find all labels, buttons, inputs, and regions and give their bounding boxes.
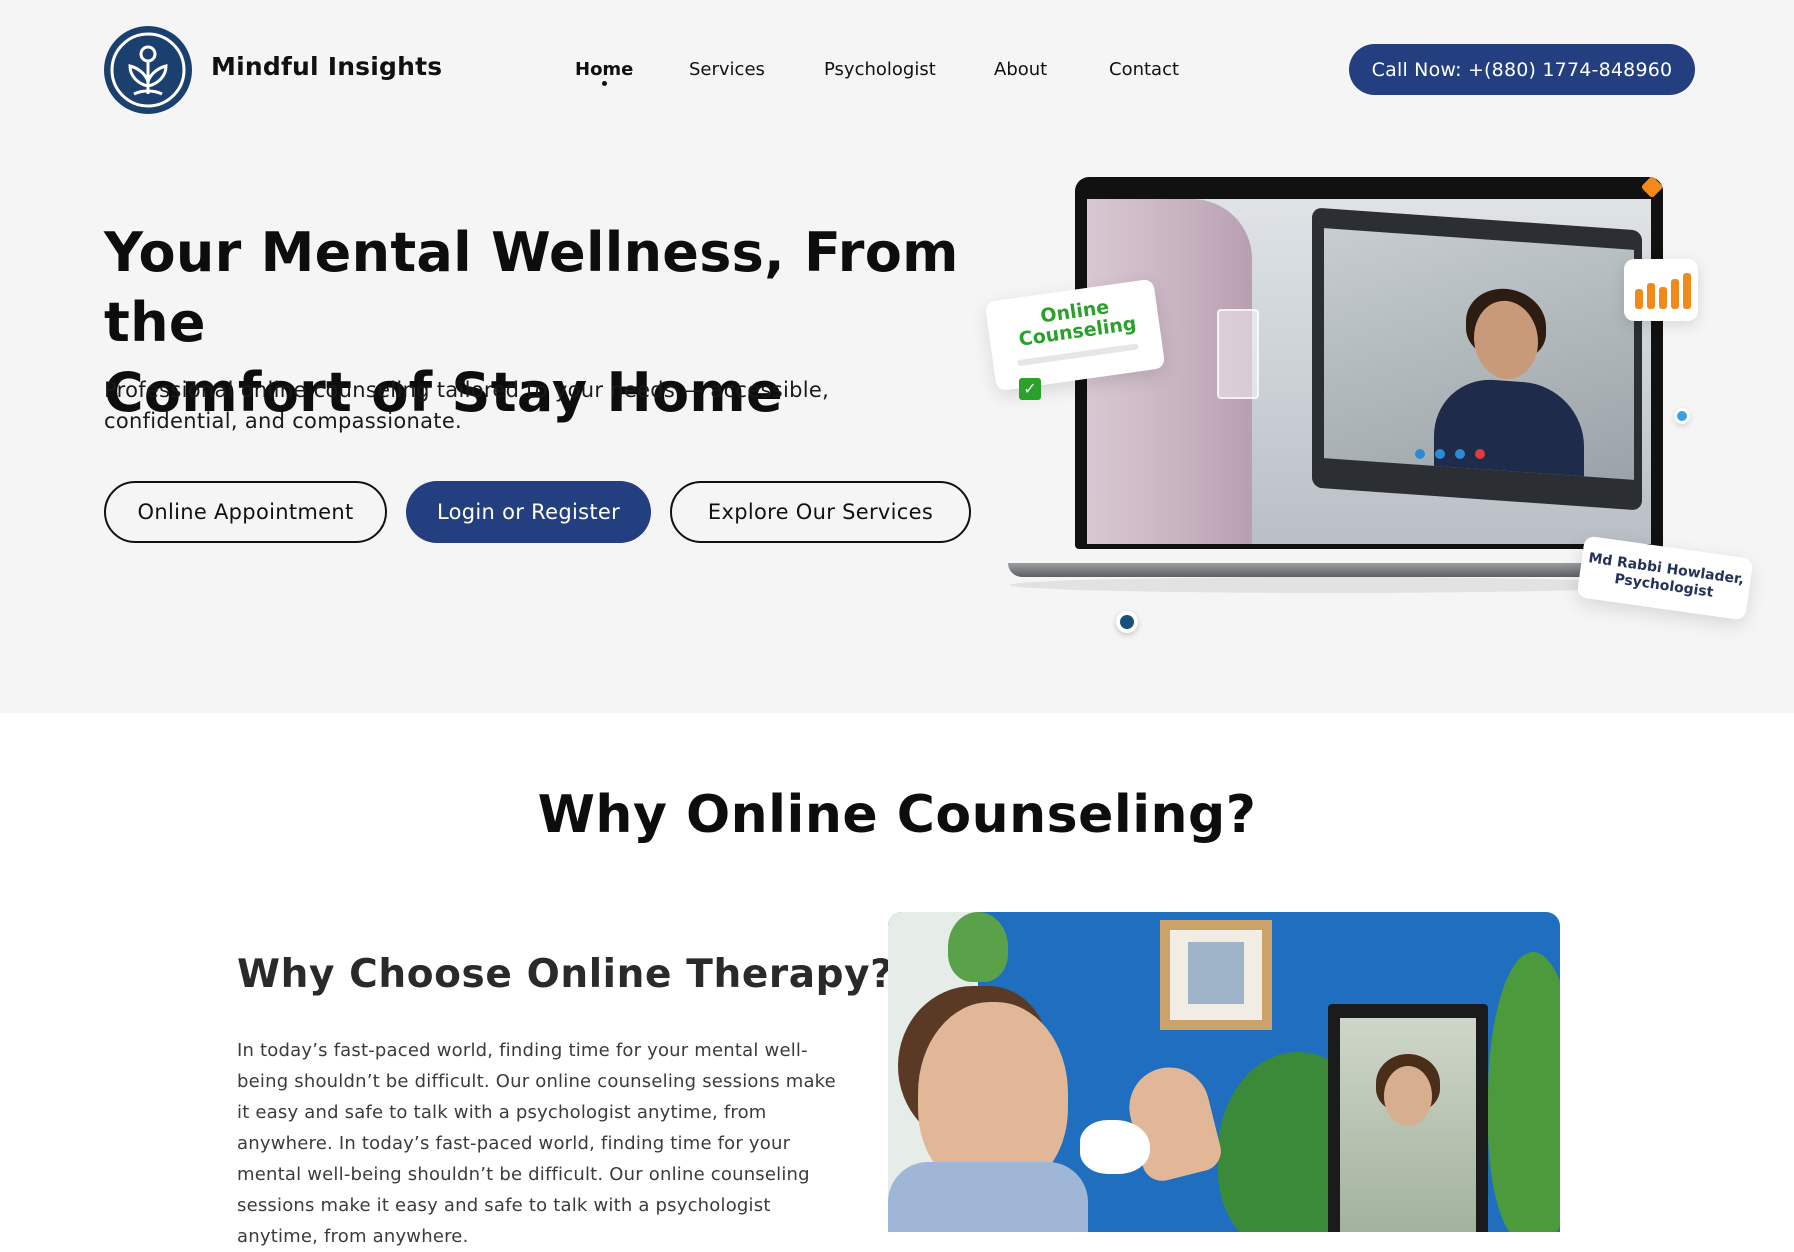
plant-leaves	[1488, 952, 1560, 1232]
explore-services-button[interactable]: Explore Our Services	[670, 481, 971, 543]
nav-item-label: Home	[575, 59, 634, 80]
mic-icon	[1415, 449, 1425, 459]
nav-item-home[interactable]: Home	[575, 59, 634, 86]
laptop-base	[1008, 563, 1653, 577]
nav-item-about[interactable]: About	[994, 59, 1047, 80]
laptop-shadow	[1010, 577, 1650, 593]
hero-subtitle: Professional online counseling tailored …	[104, 375, 864, 437]
nav-item-label: About	[994, 59, 1048, 80]
section-title: Why Online Counseling?	[537, 785, 1257, 845]
camera-icon	[1435, 449, 1445, 459]
section-subtitle: Why Choose Online Therapy?	[237, 952, 894, 997]
water-glass	[1217, 309, 1259, 399]
chart-bar	[1635, 289, 1643, 309]
monitor-screen	[1340, 1018, 1476, 1232]
client-shirt	[888, 1162, 1088, 1232]
hangup-icon	[1475, 449, 1485, 459]
wall-frame	[1160, 920, 1272, 1030]
computer-monitor	[1328, 1004, 1488, 1232]
nav-item-label: Services	[689, 59, 765, 80]
inner-laptop-screen	[1324, 228, 1634, 480]
decorative-dot	[1674, 408, 1690, 424]
online-appointment-button[interactable]: Online Appointment	[104, 481, 387, 543]
share-icon	[1455, 449, 1465, 459]
hero-subtitle-line2: confidential, and compassionate.	[104, 409, 463, 433]
chart-bar	[1647, 283, 1655, 309]
nav-item-psychologist[interactable]: Psychologist	[824, 59, 936, 80]
online-counseling-label: Online Counseling	[1017, 296, 1138, 351]
frame-inner	[1170, 930, 1262, 1020]
nav-item-label: Contact	[1109, 59, 1180, 80]
chart-bar	[1683, 273, 1691, 309]
brand-name[interactable]: Mindful Insights	[211, 52, 442, 81]
chart-bar	[1659, 287, 1667, 309]
nav-item-contact[interactable]: Contact	[1109, 59, 1179, 80]
call-controls	[1415, 449, 1485, 459]
decorative-dot	[1116, 611, 1138, 633]
nav-item-label: Psychologist	[824, 59, 936, 80]
hero-title-line1: Your Mental Wellness, From the	[104, 221, 959, 354]
hero-section: Mindful Insights Home Services Psycholog…	[0, 0, 1794, 713]
section-paragraph: In today’s fast-paced world, finding tim…	[237, 1040, 836, 1247]
therapist-face	[1384, 1066, 1432, 1126]
check-icon: ✓	[1019, 378, 1041, 400]
chart-bar	[1671, 279, 1679, 309]
bar-chart-icon	[1624, 259, 1698, 321]
frame-artwork	[1188, 942, 1244, 1004]
active-indicator	[601, 81, 607, 86]
psychologist-name-card: Md Rabbi Howlader, Psychologist	[1576, 535, 1754, 621]
plant-leaves	[948, 912, 1008, 982]
hero-subtitle-line1: Professional online counseling tailored …	[104, 378, 830, 402]
login-register-button[interactable]: Login or Register	[406, 481, 651, 543]
call-now-button[interactable]: Call Now: +(880) 1774-848960	[1349, 44, 1695, 95]
video-call-image	[1087, 199, 1651, 544]
logo-icon[interactable]	[104, 26, 192, 114]
online-therapy-photo	[888, 912, 1560, 1232]
psychologist-body	[1434, 375, 1584, 480]
tissue	[1080, 1120, 1150, 1174]
nav-item-services[interactable]: Services	[689, 59, 765, 80]
